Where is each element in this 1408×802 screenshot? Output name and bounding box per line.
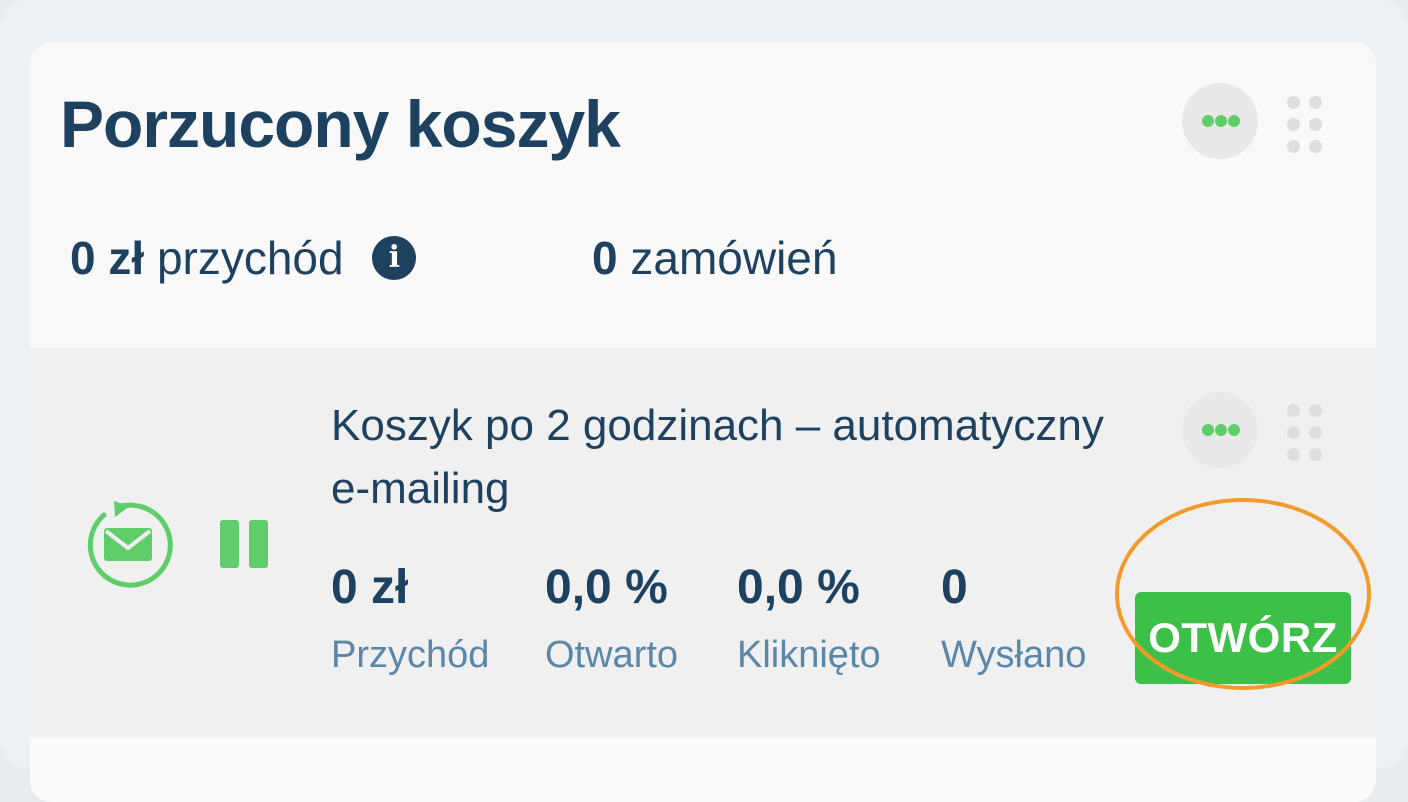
flow-drag-handle-icon[interactable]: [1283, 400, 1327, 466]
revenue-summary: 0 zł przychód i: [70, 228, 417, 288]
metric-label: Wysłano: [941, 634, 1087, 676]
pause-icon[interactable]: [220, 520, 268, 568]
metric-clicked: 0,0 % Kliknięto: [737, 558, 881, 680]
metric-value: 0,0 %: [737, 561, 860, 614]
metric-label: Otwarto: [545, 634, 679, 676]
automation-card: Porzucony koszyk 0 zł przychód i 0 zamów…: [30, 42, 1376, 802]
revenue-label: przychód: [156, 232, 344, 284]
flow-row: Koszyk po 2 godzinach – automatyczny e-m…: [30, 348, 1376, 738]
window-frame: Porzucony koszyk 0 zł przychód i 0 zamów…: [0, 0, 1408, 802]
orders-value: 0: [592, 232, 618, 284]
metric-revenue: 0 zł Przychód: [331, 558, 489, 680]
flow-name[interactable]: Koszyk po 2 godzinach – automatyczny e-m…: [331, 394, 1131, 520]
metric-value: 0: [941, 561, 968, 614]
card-more-options-button[interactable]: [1182, 83, 1258, 159]
orders-label: zamówień: [630, 232, 838, 284]
metric-sent: 0 Wysłano: [941, 558, 1086, 680]
card-drag-handle-icon[interactable]: [1283, 92, 1327, 158]
email-refresh-icon: [87, 501, 173, 588]
metric-label: Przychód: [331, 634, 490, 676]
flow-more-options-button[interactable]: [1182, 392, 1258, 468]
revenue-value: 0 zł: [70, 232, 145, 284]
next-row: [30, 738, 1376, 802]
orders-summary: 0 zamówień: [592, 228, 837, 288]
metric-value: 0,0 %: [545, 561, 668, 614]
metric-label: Kliknięto: [737, 634, 881, 676]
info-icon[interactable]: i: [372, 235, 417, 280]
open-button[interactable]: OTWÓRZ: [1135, 592, 1351, 684]
metric-value: 0 zł: [331, 561, 409, 614]
card-title: Porzucony koszyk: [60, 87, 621, 161]
metric-opened: 0,0 % Otwarto: [545, 558, 678, 680]
